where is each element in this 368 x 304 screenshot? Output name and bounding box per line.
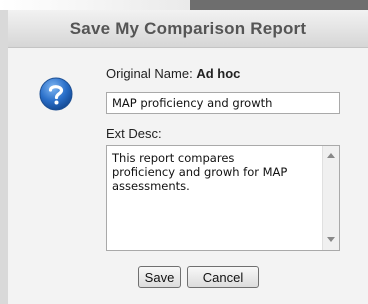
textarea-scrollbar[interactable] [322,146,339,250]
background-dark [190,0,368,10]
name-input[interactable]: MAP proficiency and growth [106,92,340,114]
original-name-label: Original Name: [106,66,193,81]
original-name: Original Name: Ad hoc [106,66,240,81]
background-shade [0,0,190,10]
scroll-down-icon[interactable] [327,237,335,242]
ext-desc-label: Ext Desc: [106,126,162,141]
ext-desc-textarea[interactable]: This report compares proficiency and gro… [106,145,340,251]
dialog-title-bar[interactable]: Save My Comparison Report [8,10,368,48]
background-strip [0,0,368,10]
save-button[interactable]: Save [138,266,181,288]
original-name-value: Ad hoc [196,66,241,81]
question-icon [39,77,73,111]
cancel-button[interactable]: Cancel [187,266,259,288]
ext-desc-text: This report compares proficiency and gro… [112,151,288,193]
scroll-up-icon[interactable] [327,153,335,158]
dialog-title: Save My Comparison Report [69,18,307,38]
